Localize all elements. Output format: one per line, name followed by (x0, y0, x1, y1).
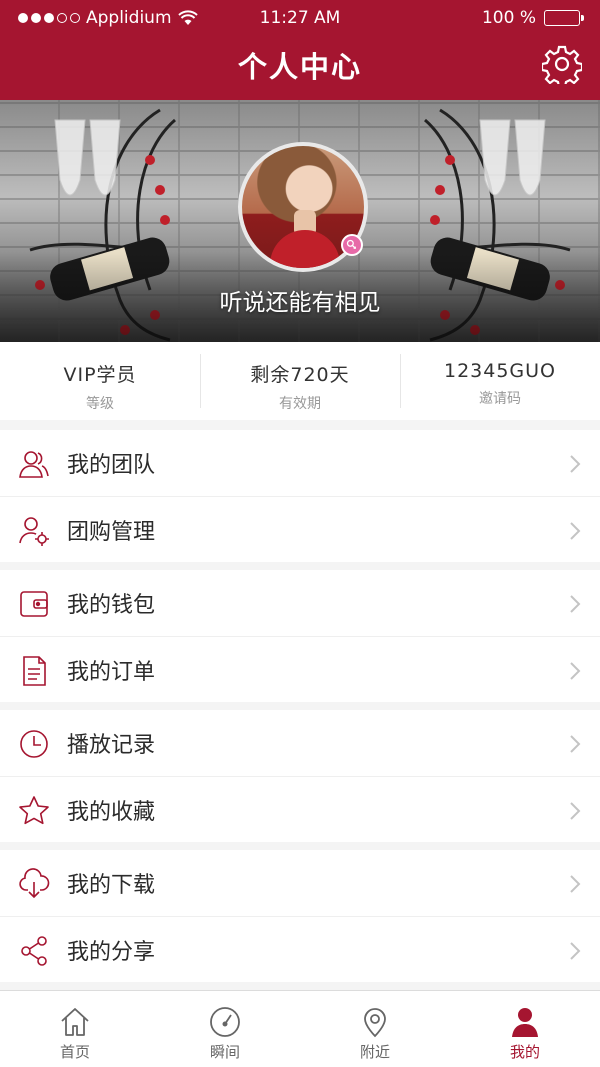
wallet-icon (20, 591, 48, 617)
profile-hero: 听说还能有相见 (0, 100, 600, 342)
menu-item-label: 我的团队 (67, 453, 156, 478)
group-buy-manage-icon (19, 517, 49, 546)
chevron-right-icon (570, 662, 581, 680)
menu-item-my-wallet[interactable]: 我的钱包 (0, 570, 600, 636)
account-stats: VIP学员 等级 剩余720天 有效期 12345GUO 邀请码 (0, 342, 600, 420)
menu-item-group-buy-management[interactable]: 团购管理 (0, 496, 600, 562)
status-bar: Applidium 11:27 AM 100 % (0, 6, 600, 30)
team-icon (19, 451, 49, 478)
speedometer-icon (210, 1007, 240, 1037)
menu-item-my-downloads[interactable]: 我的下载 (0, 850, 600, 916)
menu-item-label: 我的钱包 (67, 593, 156, 618)
top-bar: Applidium 11:27 AM 100 % 个人中心 (0, 0, 600, 100)
tab-label: 附近 (359, 1043, 390, 1061)
menu-item-my-favorites[interactable]: 我的收藏 (0, 776, 600, 842)
stat-label: 邀请码 (479, 391, 521, 407)
settings-gear-icon[interactable] (542, 44, 582, 84)
chevron-right-icon (570, 595, 581, 613)
menu-item-my-team[interactable]: 我的团队 (0, 430, 600, 496)
tab-label: 瞬间 (209, 1043, 240, 1061)
stat-value: 剩余720天 (250, 364, 350, 386)
menu-item-play-history[interactable]: 播放记录 (0, 710, 600, 776)
stat-level: VIP学员 等级 (0, 342, 200, 420)
star-icon (19, 796, 49, 825)
chevron-right-icon (570, 735, 581, 753)
tab-home[interactable]: 首页 (0, 991, 150, 1067)
stat-value: 12345GUO (443, 360, 557, 382)
page-title: 个人中心 (237, 50, 362, 84)
tab-label: 我的 (509, 1043, 540, 1061)
bottom-tab-bar: 首页 瞬间 附近 我的 (0, 990, 600, 1067)
stat-validity: 剩余720天 有效期 (200, 342, 400, 420)
clock-icon (20, 730, 48, 758)
menu-item-my-orders[interactable]: 我的订单 (0, 636, 600, 702)
tab-label: 首页 (59, 1043, 90, 1061)
menu-item-label: 团购管理 (67, 519, 156, 545)
stat-value: VIP学员 (63, 364, 137, 386)
menu-item-label: 我的收藏 (67, 799, 156, 825)
menu-group: 我的团队 团购管理 (0, 430, 600, 562)
stat-label: 有效期 (279, 396, 321, 412)
location-pin-icon (364, 1008, 386, 1038)
chevron-right-icon (570, 455, 581, 473)
menu-item-label: 我的订单 (67, 659, 156, 685)
menu-group: 我的钱包 我的订单 (0, 570, 600, 702)
menu-item-label: 播放记录 (67, 733, 156, 758)
stat-invite-code: 12345GUO 邀请码 (400, 342, 600, 420)
person-icon (512, 1008, 538, 1037)
battery-percent: 100 % (481, 8, 536, 28)
chevron-right-icon (570, 875, 581, 893)
menu-item-label: 我的下载 (67, 873, 156, 898)
tab-mine[interactable]: 我的 (450, 991, 600, 1067)
chevron-right-icon (570, 522, 581, 540)
order-icon (23, 656, 46, 686)
share-icon (21, 936, 47, 966)
battery-icon (544, 10, 584, 26)
menu-list: 我的团队 团购管理 我的钱包 我的订单 播放记录 我的收藏 我的下载 我的分享 (0, 430, 600, 990)
chevron-right-icon (570, 942, 581, 960)
tab-moments[interactable]: 瞬间 (150, 991, 300, 1067)
menu-item-label: 我的分享 (67, 939, 156, 965)
chevron-right-icon (570, 802, 581, 820)
home-icon (61, 1008, 89, 1036)
menu-item-my-shares[interactable]: 我的分享 (0, 916, 600, 982)
menu-group: 我的下载 我的分享 (0, 850, 600, 982)
female-gender-icon (341, 234, 363, 256)
cloud-download-icon (19, 868, 50, 899)
menu-group: 播放记录 我的收藏 (0, 710, 600, 842)
user-nickname: 听说还能有相见 (219, 290, 381, 316)
stat-label: 等级 (86, 396, 114, 412)
tab-nearby[interactable]: 附近 (300, 991, 450, 1067)
